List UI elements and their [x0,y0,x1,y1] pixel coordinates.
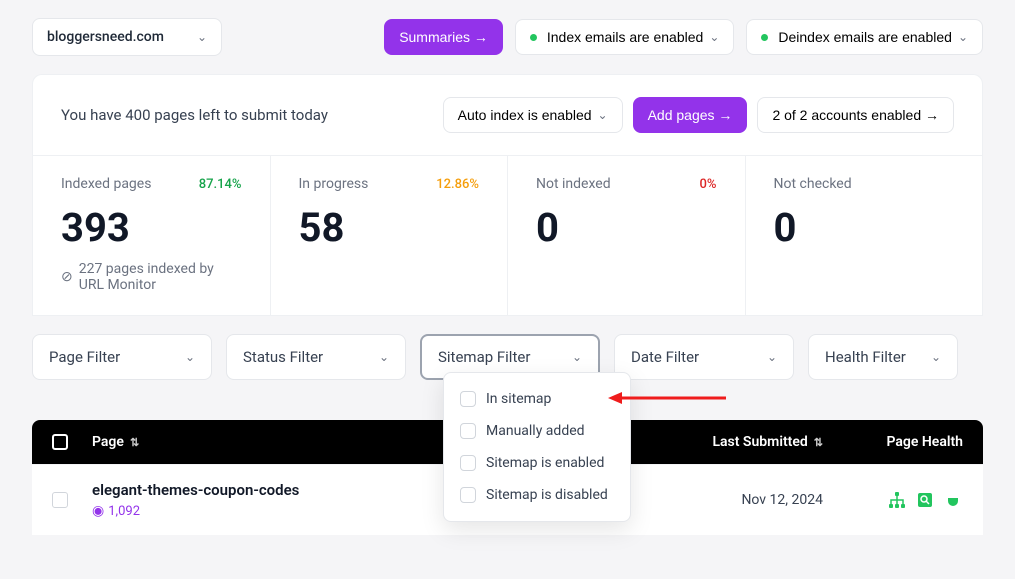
accounts-button[interactable]: 2 of 2 accounts enabled → [757,97,954,133]
stat-label: Not indexed [536,176,611,192]
chevron-down-icon: ⌄ [931,350,941,364]
status-filter[interactable]: Status Filter ⌄ [226,334,406,380]
pages-left-text: You have 400 pages left to submit today [61,106,328,124]
annotation-arrow-icon [608,388,728,408]
domain-name: bloggersneed.com [47,29,164,45]
stat-in-progress: In progress 12.86% 58 [271,156,509,315]
status-dot-icon [761,34,768,41]
stats-row: Indexed pages 87.14% 393 ⊘ 227 pages ind… [32,155,983,316]
status-dot-icon [530,34,537,41]
check-circle-icon: ⊘ [61,269,73,285]
column-page-health[interactable]: Page Health [843,434,963,450]
page-views: ◉ 1,092 [92,503,475,519]
health-filter[interactable]: Health Filter ⌄ [808,334,958,380]
filter-option-in-sitemap[interactable]: In sitemap [444,383,630,415]
sitemap-icon [887,490,907,510]
summaries-button[interactable]: Summaries → [384,19,503,55]
chevron-down-icon: ⌄ [185,350,195,364]
row-checkbox[interactable] [52,492,92,508]
stat-label: Not checked [774,176,852,192]
stat-not-checked: Not checked 0 [746,156,983,315]
domain-selector[interactable]: bloggersneed.com ⌄ [32,18,222,56]
stat-percent: 0% [700,177,717,192]
stat-value: 58 [299,204,480,251]
cell-health [843,490,963,510]
date-filter[interactable]: Date Filter ⌄ [614,334,794,380]
checkbox-icon [460,487,476,503]
chevron-down-icon: ⌄ [598,108,608,122]
top-bar: bloggersneed.com ⌄ Summaries → Index ema… [0,0,1015,74]
add-pages-button[interactable]: Add pages → [633,97,748,133]
search-doc-icon [915,490,935,510]
filter-option-manually-added[interactable]: Manually added [444,415,630,447]
chevron-down-icon: ⌄ [379,350,389,364]
stat-value: 0 [536,204,717,251]
auto-index-toggle[interactable]: Auto index is enabled ⌄ [443,97,623,133]
stat-percent: 87.14% [199,177,242,192]
deindex-emails-toggle[interactable]: Deindex emails are enabled ⌄ [746,19,983,55]
cell-page: elegant-themes-coupon-codes ◉ 1,092 [92,481,475,519]
stat-not-indexed: Not indexed 0% 0 [508,156,746,315]
stat-label: In progress [299,176,369,192]
checkbox-icon [460,423,476,439]
index-emails-toggle[interactable]: Index emails are enabled ⌄ [515,19,735,55]
chevron-down-icon: ⌄ [197,30,207,44]
page-filter[interactable]: Page Filter ⌄ [32,334,212,380]
stat-subtext: ⊘ 227 pages indexed by URL Monitor [61,261,242,293]
submit-panel: You have 400 pages left to submit today … [32,74,983,155]
chevron-down-icon: ⌄ [767,350,777,364]
plug-icon [943,490,963,510]
stat-indexed: Indexed pages 87.14% 393 ⊘ 227 pages ind… [33,156,271,315]
chevron-down-icon: ⌄ [958,30,968,44]
chevron-down-icon: ⌄ [572,350,582,364]
chevron-down-icon: ⌄ [709,30,719,44]
sort-icon: ⇅ [130,436,139,449]
stat-label: Indexed pages [61,176,151,192]
checkbox-icon [460,455,476,471]
sort-icon: ⇅ [814,436,823,449]
filter-option-sitemap-disabled[interactable]: Sitemap is disabled [444,479,630,511]
select-all-checkbox[interactable] [52,434,92,450]
sitemap-filter-dropdown: In sitemap Manually added Sitemap is ena… [443,372,631,522]
stat-value: 0 [774,204,955,251]
checkbox-icon [460,391,476,407]
eye-icon: ◉ [92,503,104,519]
stat-value: 393 [61,204,242,251]
page-url: elegant-themes-coupon-codes [92,481,475,499]
stat-percent: 12.86% [436,177,479,192]
filter-option-sitemap-enabled[interactable]: Sitemap is enabled [444,447,630,479]
